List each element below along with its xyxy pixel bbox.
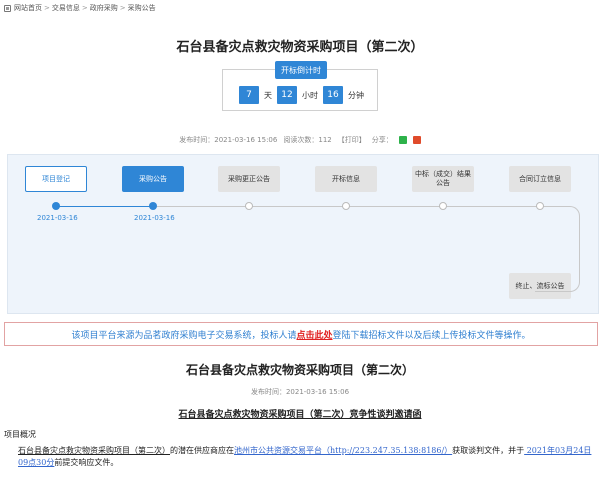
para-text: 前提交响应文件。: [54, 458, 119, 467]
weibo-share-icon[interactable]: [412, 136, 421, 144]
step-project-registration[interactable]: 项目登记: [25, 166, 87, 192]
platform-notice: 该项目平台来源为品茗政府采购电子交易系统，投标人请 点击此处 登陆下载招标文件以…: [4, 322, 598, 346]
countdown-days-unit: 天: [264, 90, 272, 100]
notice-text-after: 登陆下载招标文件以及后续上传投标文件等操作。: [332, 330, 531, 341]
countdown-days: 7: [239, 86, 259, 104]
platform-link[interactable]: 池州市公共资源交易平台（http://223.247.35.138:8186/）: [234, 446, 452, 455]
countdown-minutes: 16: [323, 86, 343, 104]
step-award-result[interactable]: 中标（成交）结果公告: [412, 166, 474, 192]
step-bid-opening[interactable]: 开标信息: [315, 166, 377, 192]
step-date: 2021-03-16: [37, 214, 78, 222]
breadcrumb-separator: >: [119, 4, 126, 12]
countdown-minutes-unit: 分钟: [348, 90, 364, 100]
timeline-dot: [342, 202, 350, 210]
breadcrumb-procurement-notice[interactable]: 采购公告: [128, 3, 156, 13]
page-title: 石台县备灾点救灾物资采购项目（第二次）: [176, 40, 424, 55]
breadcrumb-home[interactable]: 网站首页: [14, 3, 42, 13]
timeline-dot: [149, 202, 157, 210]
para-text: 获取谈判文件，并于: [452, 446, 525, 455]
print-link[interactable]: 【打印】: [338, 135, 366, 145]
view-count: 阅读次数：112: [283, 136, 332, 144]
wechat-share-icon[interactable]: [398, 136, 407, 144]
timeline-line-done: [56, 206, 153, 207]
breadcrumb-trade-info[interactable]: 交易信息: [52, 3, 80, 13]
share-label: 分享：: [371, 136, 393, 144]
publish-time: 发布时间：2021-03-16 15:06: [179, 136, 278, 144]
notice-text-before: 该项目平台来源为品茗政府采购电子交易系统，投标人请: [71, 330, 297, 341]
document-subtitle: 石台县备灾点救灾物资采购项目（第二次）竞争性谈判邀请函: [178, 410, 422, 420]
timeline-dot: [52, 202, 60, 210]
home-icon: [4, 4, 11, 12]
section-heading: 项目概况: [4, 430, 36, 439]
countdown-hours-unit: 小时: [302, 90, 318, 100]
timeline-dot: [536, 202, 544, 210]
click-here-link[interactable]: 点击此处: [296, 328, 332, 341]
timeline-dot: [439, 202, 447, 210]
article-date: 发布时间：2021-03-16 15:06: [250, 388, 350, 396]
project-name: 石台县备灾点救灾物资采购项目（第二次）: [18, 446, 170, 455]
step-contract-info[interactable]: 合同订立信息: [509, 166, 571, 192]
countdown-values: 7 天 12 小时 16 分钟: [239, 86, 369, 104]
step-date: 2021-03-16: [134, 214, 175, 222]
timeline-dot: [245, 202, 253, 210]
breadcrumb-separator: >: [81, 4, 88, 12]
timeline-curve: [535, 206, 580, 292]
article-paragraph: 石台县备灾点救灾物资采购项目（第二次）的潜在供应商应在池州市公共资源交易平台（h…: [18, 445, 596, 469]
step-procurement-notice[interactable]: 采购公告: [122, 166, 184, 192]
countdown-hours: 12: [277, 86, 297, 104]
breadcrumb: 网站首页 > 交易信息 > 政府采购 > 采购公告: [4, 2, 156, 14]
countdown-label: 开标倒计时: [275, 61, 327, 79]
article-title: 石台县备灾点救灾物资采购项目（第二次）: [185, 363, 414, 377]
article-meta: 发布时间：2021-03-16 15:06 阅读次数：112 【打印】 分享：: [0, 135, 600, 145]
step-correction-notice[interactable]: 采购更正公告: [218, 166, 280, 192]
breadcrumb-separator: >: [44, 4, 50, 12]
para-text: 的潜在供应商应在: [170, 446, 234, 455]
breadcrumb-gov-procurement[interactable]: 政府采购: [90, 3, 118, 13]
